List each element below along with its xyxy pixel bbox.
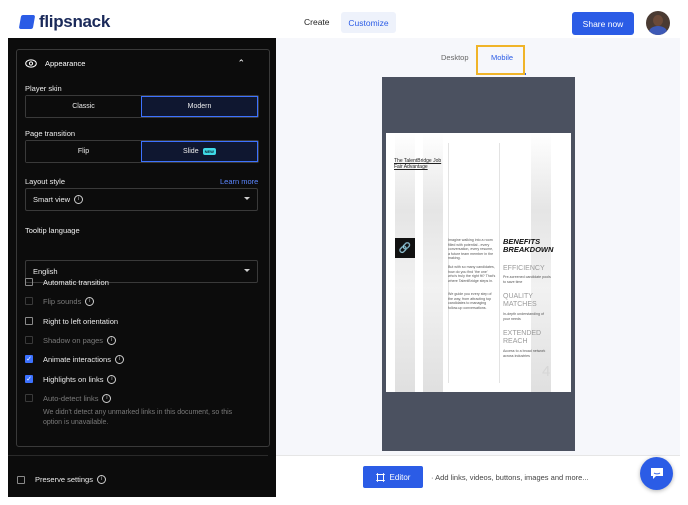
link-icon[interactable]: 🔗 <box>395 238 415 258</box>
benefits-heading: BENEFITS BREAKDOWN <box>503 237 554 254</box>
benefit-text: Pre-screened candidate pools to save tim… <box>503 275 551 284</box>
checkbox-label: Automatic transition <box>43 277 109 287</box>
learn-more-link[interactable]: Learn more <box>220 177 258 186</box>
tab-desktop[interactable]: Desktop <box>441 53 469 62</box>
info-icon[interactable]: i <box>74 195 84 204</box>
flipbook-page[interactable]: The TalentBridge Job Fair Advantage 🔗 Im… <box>386 133 571 392</box>
page-paragraph: We guide you every step of the way, from… <box>448 292 492 310</box>
editor-button-label: Editor <box>389 472 411 482</box>
page-paragraph: Imagine walking into a room filled with … <box>448 238 494 260</box>
checkbox-label: Auto-detect links <box>43 393 99 403</box>
page-bar-decor <box>395 133 415 392</box>
checkbox-label: Right to left orientation <box>43 316 119 326</box>
checkbox-flip-sounds: Flip sounds i <box>25 295 95 307</box>
editor-hint: · Add links, videos, buttons, images and… <box>431 473 589 482</box>
tooltip-language-label: Tooltip language <box>25 226 80 235</box>
transition-slide-option[interactable]: Slide NEW <box>141 141 258 162</box>
page-transition-toggle: Flip Slide NEW <box>25 140 259 163</box>
page-column-line <box>499 143 500 383</box>
info-icon[interactable]: i <box>114 354 124 364</box>
checkbox-box <box>25 297 33 305</box>
eye-icon <box>25 59 37 68</box>
checkbox-box[interactable] <box>25 278 33 286</box>
page-bar-decor <box>423 133 443 392</box>
checkbox-highlights-on-links[interactable]: ✓ Highlights on links i <box>25 373 117 385</box>
logo-text: flipsnack <box>39 12 110 31</box>
nav-create[interactable]: Create <box>304 17 330 27</box>
chevron-up-icon[interactable]: ⌃ <box>237 58 245 69</box>
checkbox-label: Shadow on pages <box>43 335 104 345</box>
appearance-title: Appearance <box>45 59 86 68</box>
transition-slide-label: Slide <box>183 148 199 155</box>
appearance-header[interactable]: Appearance ⌃ <box>17 58 257 69</box>
checkbox-label: Highlights on links <box>43 374 104 384</box>
nav-customize[interactable]: Customize <box>341 12 396 33</box>
share-now-button[interactable]: Share now <box>572 12 634 35</box>
benefit-heading: EXTENDED REACH <box>503 330 542 345</box>
chat-button[interactable] <box>640 457 673 490</box>
checkbox-label: Flip sounds <box>43 296 82 306</box>
logo-mark-icon <box>18 15 36 29</box>
skin-classic-option[interactable]: Classic <box>26 96 141 117</box>
page-column-line <box>448 143 449 383</box>
benefit-text: In-depth understanding of your needs <box>503 312 544 321</box>
preserve-settings-label: Preserve settings <box>35 475 93 484</box>
info-icon[interactable]: i <box>96 475 106 484</box>
chevron-down-icon <box>244 197 250 200</box>
checkbox-box[interactable] <box>25 317 33 325</box>
panel-divider <box>8 455 268 456</box>
info-icon[interactable]: i <box>107 335 117 345</box>
player-skin-label: Player skin <box>25 84 62 93</box>
benefit-heading: QUALITY MATCHES <box>503 293 537 308</box>
auto-detect-note: We didn't detect any unmarked links in t… <box>43 409 233 426</box>
checkbox-animate-interactions[interactable]: ✓ Animate interactions i <box>25 353 124 365</box>
info-icon[interactable]: i <box>107 374 117 384</box>
editor-button[interactable]: Editor <box>363 466 423 488</box>
tooltip-language-value: English <box>33 267 58 276</box>
checkbox-box <box>25 394 33 402</box>
layout-style-value: Smart view <box>33 195 71 204</box>
page-number: 4 <box>542 363 551 380</box>
new-badge: NEW <box>202 148 216 155</box>
editor-icon <box>375 472 385 482</box>
mobile-tab-highlight <box>476 45 525 75</box>
page-transition-label: Page transition <box>25 129 76 138</box>
preserve-settings-checkbox[interactable]: Preserve settings i <box>17 475 106 484</box>
page-title[interactable]: The TalentBridge Job Fair Advantage <box>394 158 446 170</box>
checkbox-auto-detect-links: Auto-detect links i <box>25 392 112 404</box>
avatar[interactable] <box>646 11 670 35</box>
info-icon[interactable]: i <box>102 393 112 403</box>
layout-style-select[interactable]: Smart view i <box>25 188 258 211</box>
checkbox-right-to-left[interactable]: Right to left orientation <box>25 315 118 327</box>
benefit-text: Access to a broad network across industr… <box>503 349 546 358</box>
flipsnack-logo[interactable]: flipsnack <box>18 12 110 32</box>
checkmark-icon[interactable]: ✓ <box>25 375 33 383</box>
layout-style-label: Layout style <box>25 177 66 186</box>
chevron-down-icon <box>244 269 250 272</box>
info-icon[interactable]: i <box>85 296 95 306</box>
checkbox-automatic-transition[interactable]: Automatic transition <box>25 276 109 288</box>
checkbox-label: Animate interactions <box>43 354 111 364</box>
page-paragraph: But with so many candidates, how do you … <box>448 265 496 283</box>
benefit-heading: EFFICIENCY <box>503 265 545 272</box>
checkbox-box <box>25 336 33 344</box>
checkmark-icon[interactable]: ✓ <box>25 355 33 363</box>
skin-modern-option[interactable]: Modern <box>141 96 258 117</box>
chat-icon <box>650 468 663 479</box>
checkbox-shadow-on-pages: Shadow on pages i <box>25 334 117 346</box>
checkbox-box[interactable] <box>17 475 25 484</box>
transition-flip-option[interactable]: Flip <box>26 141 141 162</box>
player-skin-toggle: Classic Modern <box>25 95 259 118</box>
